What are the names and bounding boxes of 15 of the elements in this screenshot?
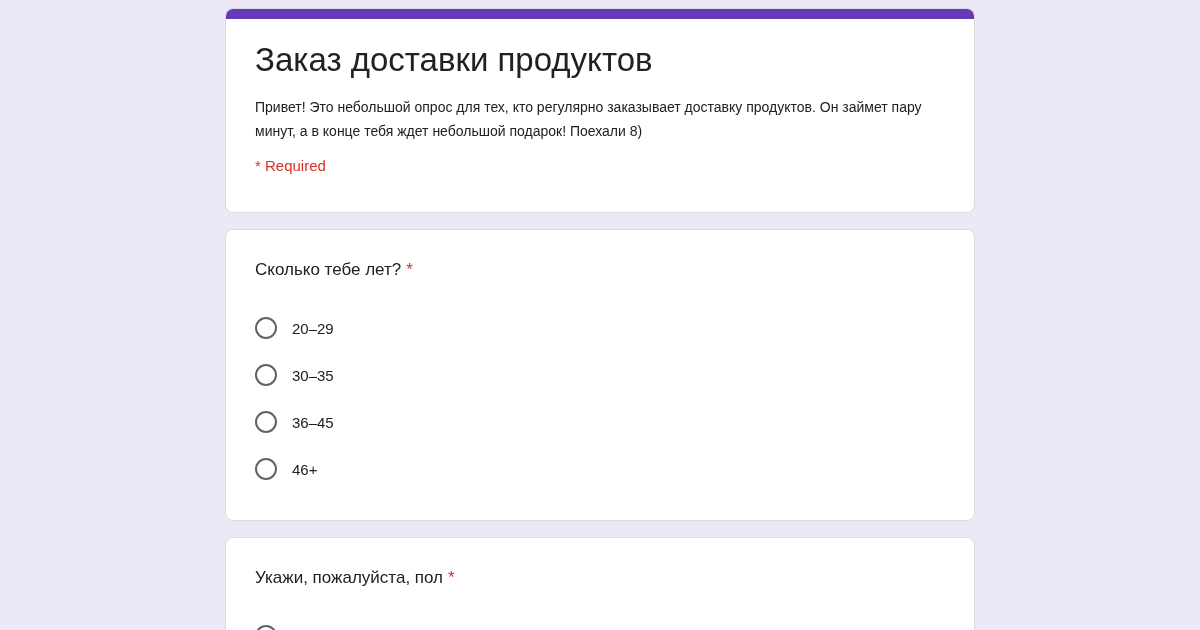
question-title: Укажи, пожалуйста, пол xyxy=(255,567,444,589)
form-description: Привет! Это небольшой опрос для тех, кто регулярно заказывает доставку продуктов. Он займет пару минут, а в конце тебя ждет небольшой подарок! Поехали 8) xyxy=(255,98,923,141)
question-title: Сколько тебе лет? xyxy=(255,259,402,281)
form-title: Заказ доставки продуктов xyxy=(255,40,654,80)
option-label: 30–35 xyxy=(292,366,334,384)
option-label: 20–29 xyxy=(292,319,334,337)
radio-button[interactable] xyxy=(255,364,277,386)
required-note: * Required xyxy=(255,157,327,174)
required-asterisk: * xyxy=(406,259,413,281)
radio-button[interactable] xyxy=(255,317,277,339)
required-asterisk: * xyxy=(448,567,455,589)
option-label: 46+ xyxy=(292,460,318,478)
radio-button[interactable] xyxy=(255,458,277,480)
option-label: 36–45 xyxy=(292,413,334,431)
radio-button[interactable] xyxy=(255,411,277,433)
